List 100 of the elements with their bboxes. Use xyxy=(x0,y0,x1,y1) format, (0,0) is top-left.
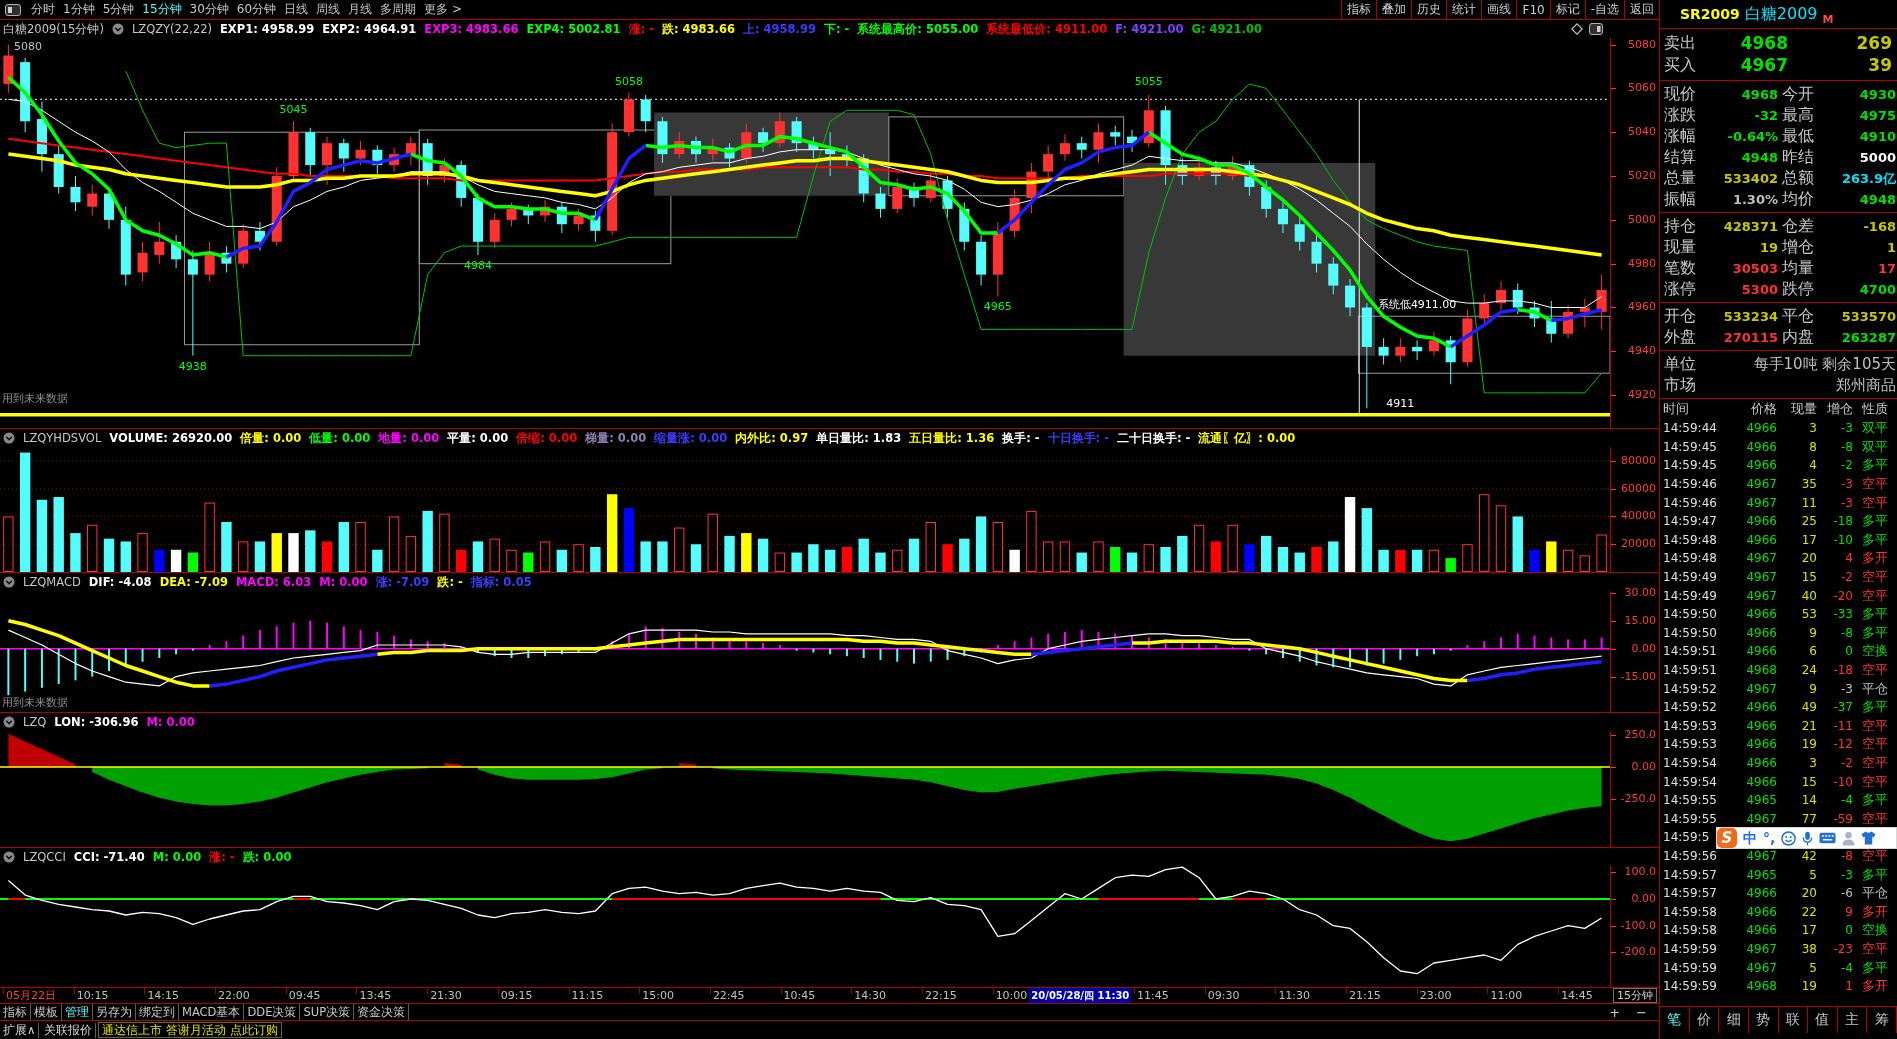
quote-label: 结算 xyxy=(1664,147,1696,168)
open-interest-change: -4 xyxy=(1841,793,1853,808)
trade-time: 14:59:58 xyxy=(1663,923,1717,938)
quote-value: 5300 xyxy=(1741,282,1778,297)
time-label: 21:15 xyxy=(1349,989,1381,1003)
time-label: 20/05/28/四 11:30 xyxy=(1031,989,1130,1003)
indicator-value: MACD: 6.03 xyxy=(235,575,312,589)
trade-time: 14:59:46 xyxy=(1663,495,1717,510)
column-header: 现量 xyxy=(1791,400,1817,418)
axis-label: 5060 xyxy=(1628,81,1656,96)
indicator-value: 上: 4958.99 xyxy=(742,21,816,37)
axis-label: 250.0 xyxy=(1624,728,1656,742)
chart-title: 白糖2009(15分钟) xyxy=(3,21,104,37)
indicator-value: 换手: - xyxy=(1002,430,1040,446)
open-interest-change: -11 xyxy=(1833,718,1853,733)
trade-volume: 20 xyxy=(1801,551,1817,566)
indicator-value: 低量: 0.00 xyxy=(309,430,371,446)
indicator-value: DEA: -7.09 xyxy=(159,575,228,589)
trade-time: 14:59:57 xyxy=(1663,886,1717,901)
trade-price: 4966 xyxy=(1746,718,1777,733)
trade-type: 空平 xyxy=(1862,809,1888,828)
trade-volume: 22 xyxy=(1801,904,1817,919)
time-label: 05月22日 xyxy=(6,989,56,1003)
quote-value: 533570 xyxy=(1841,309,1896,324)
trade-volume: 19 xyxy=(1801,979,1817,994)
indicator-value: 梯量: 0.00 xyxy=(585,430,647,446)
trade-time: 14:59:50 xyxy=(1663,607,1717,622)
open-interest-change: -3 xyxy=(1841,495,1853,510)
order-volume: 39 xyxy=(1867,55,1892,75)
indicator-value: 五日量比: 1.36 xyxy=(909,430,995,446)
open-interest-change: -23 xyxy=(1833,941,1853,956)
quote-value: 1 xyxy=(1886,240,1896,255)
trade-type: 空平 xyxy=(1862,586,1888,605)
trade-volume: 53 xyxy=(1801,607,1817,622)
indicator-value: CCI: -71.40 xyxy=(73,850,145,864)
time-label: 15:00 xyxy=(642,989,674,1003)
trade-time: 14:59:52 xyxy=(1663,700,1717,715)
trade-price: 4967 xyxy=(1746,570,1777,585)
trade-time: 14:59:56 xyxy=(1663,848,1717,863)
indicator-value: DIF: -4.08 xyxy=(88,575,152,589)
quote-label: 增仓 xyxy=(1781,237,1814,258)
trade-volume: 20 xyxy=(1801,886,1817,901)
indicator-value: 跌: 4983.66 xyxy=(661,21,735,37)
time-label: 11:30 xyxy=(1278,989,1311,1003)
indicator-value: EXP4: 5002.81 xyxy=(526,22,621,36)
indicator-value: 跌: 0.00 xyxy=(242,849,292,865)
time-label: 10:15 xyxy=(76,989,109,1003)
axis-label: 100.0 xyxy=(1624,865,1656,880)
time-label: 22:45 xyxy=(712,989,745,1003)
price-label: 4911 xyxy=(1386,396,1415,410)
trade-price: 4967 xyxy=(1746,495,1777,510)
open-interest-change: -37 xyxy=(1833,700,1853,715)
trade-type: 空平 xyxy=(1862,754,1888,772)
trade-type: 平仓 xyxy=(1862,679,1888,698)
indicator-name: LZQZY(22,22) xyxy=(131,22,212,36)
quote-value: -32 xyxy=(1754,108,1778,123)
indicator-value: 涨: -7.09 xyxy=(375,574,430,590)
quote-label: 涨跌 xyxy=(1664,105,1696,126)
trade-price: 4968 xyxy=(1746,663,1777,677)
open-interest-change: -12 xyxy=(1833,737,1853,752)
axis-label: 0.00 xyxy=(1631,641,1656,656)
open-interest-change: -8 xyxy=(1841,439,1853,454)
trade-volume: 49 xyxy=(1801,700,1817,715)
trade-time: 14:59:50 xyxy=(1663,625,1717,640)
warning-note: 用到未来数据 xyxy=(2,695,68,710)
trade-type: 空平 xyxy=(1862,939,1888,958)
trade-time: 14:59:48 xyxy=(1663,551,1717,566)
trade-volume: 9 xyxy=(1809,681,1817,696)
open-interest-change: -4 xyxy=(1841,960,1853,975)
trade-price: 4966 xyxy=(1746,756,1777,770)
symbol-code: SR2009 xyxy=(1680,6,1740,22)
time-label: 14:15 xyxy=(147,989,180,1003)
quote-value: 4968 xyxy=(1741,87,1778,102)
indicator-value: 涨: - xyxy=(628,21,654,37)
indicator-value: 十日换手: - xyxy=(1047,430,1109,446)
open-interest-change: -8 xyxy=(1841,625,1853,640)
trade-time: 14:59:52 xyxy=(1663,681,1717,696)
indicator-name: LZQMACD xyxy=(23,575,81,589)
trade-time: 14:59:49 xyxy=(1663,588,1717,603)
open-interest-change: -3 xyxy=(1841,681,1853,696)
trade-time: 14:59:49 xyxy=(1663,570,1717,585)
trade-type: 多平 xyxy=(1862,456,1888,475)
trade-type: 多平 xyxy=(1862,530,1888,549)
trade-type: 空平 xyxy=(1862,661,1888,679)
trade-type: 空平 xyxy=(1862,568,1888,587)
quote-value: 17 xyxy=(1877,261,1896,276)
axis-label: 5080 xyxy=(1628,37,1656,52)
axis-label: 4920 xyxy=(1628,388,1656,403)
quote-label: 跌停 xyxy=(1781,279,1814,300)
quote-label: 仓差 xyxy=(1781,216,1814,237)
quote-value: 270115 xyxy=(1723,330,1778,345)
column-header: 增仓 xyxy=(1827,400,1853,418)
quote-value: 30503 xyxy=(1732,261,1778,276)
trade-volume: 3 xyxy=(1809,756,1817,770)
quote-label: 现量 xyxy=(1664,237,1696,258)
trade-volume: 5 xyxy=(1809,960,1817,975)
quote-label: 现价 xyxy=(1664,84,1696,105)
indicator-value: 内外比: 0.97 xyxy=(735,430,809,446)
quote-value: 郑州商品 xyxy=(1836,376,1896,395)
axis-label: -15.00 xyxy=(1620,669,1656,684)
